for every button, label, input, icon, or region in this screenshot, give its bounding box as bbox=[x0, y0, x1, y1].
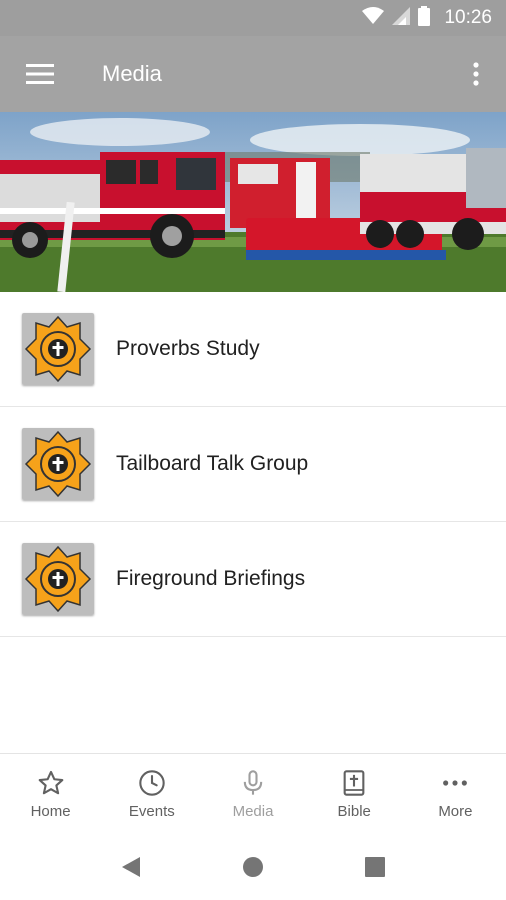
media-item-tailboard-talk-group[interactable]: Tailboard Talk Group bbox=[0, 407, 506, 522]
bible-icon bbox=[340, 767, 368, 799]
media-item-label: Fireground Briefings bbox=[116, 567, 306, 590]
overflow-menu-button[interactable] bbox=[446, 36, 506, 112]
menu-button[interactable] bbox=[0, 36, 80, 112]
media-item-label: Proverbs Study bbox=[116, 337, 260, 360]
app-bar: Media bbox=[0, 36, 506, 112]
microphone-icon bbox=[239, 767, 267, 799]
cell-signal-icon bbox=[392, 6, 411, 30]
media-item-label: Tailboard Talk Group bbox=[116, 452, 309, 475]
media-item-fireground-briefings[interactable]: Fireground Briefings bbox=[0, 522, 506, 637]
hero-image bbox=[0, 112, 506, 292]
battery-icon bbox=[418, 5, 431, 31]
nav-events[interactable]: Events bbox=[101, 754, 202, 833]
system-navigation-bar bbox=[0, 833, 506, 900]
more-vert-icon bbox=[473, 62, 479, 86]
nav-media[interactable]: Media bbox=[202, 754, 303, 833]
hamburger-icon bbox=[26, 64, 54, 84]
page-title: Media bbox=[102, 61, 162, 86]
more-dots-icon bbox=[441, 767, 469, 799]
recents-square-icon bbox=[365, 856, 385, 877]
nav-label: Events bbox=[128, 803, 175, 820]
ministry-logo-icon bbox=[22, 428, 94, 500]
nav-label: More bbox=[438, 803, 473, 820]
ministry-logo-icon bbox=[22, 543, 94, 615]
media-item-proverbs-study[interactable]: Proverbs Study bbox=[0, 292, 506, 407]
star-icon bbox=[37, 767, 65, 799]
nav-bible[interactable]: Bible bbox=[304, 754, 405, 833]
nav-home[interactable]: Home bbox=[0, 754, 101, 833]
wifi-icon bbox=[362, 6, 385, 30]
back-button[interactable] bbox=[111, 847, 151, 887]
bottom-navigation: Home Events Media Bible More bbox=[0, 753, 506, 833]
status-bar: 10:26 bbox=[0, 0, 506, 36]
status-time: 10:26 bbox=[444, 7, 492, 28]
home-button[interactable] bbox=[233, 847, 273, 887]
nav-label: Bible bbox=[337, 803, 371, 820]
media-list: Proverbs Study Tailboard Talk Group Fire… bbox=[0, 292, 506, 637]
clock-icon bbox=[138, 767, 166, 799]
nav-label: Home bbox=[30, 803, 71, 820]
home-circle-icon bbox=[243, 856, 263, 877]
back-triangle-icon bbox=[122, 856, 140, 877]
nav-more[interactable]: More bbox=[405, 754, 506, 833]
nav-label: Media bbox=[232, 803, 274, 820]
recents-button[interactable] bbox=[355, 847, 395, 887]
ministry-logo-icon bbox=[22, 313, 94, 385]
